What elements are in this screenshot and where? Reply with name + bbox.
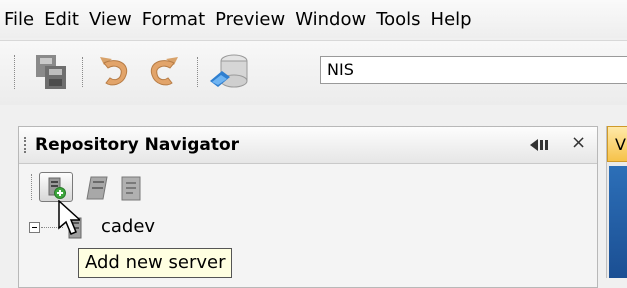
mouse-cursor-icon — [58, 199, 82, 240]
save-all-icon[interactable] — [34, 53, 68, 95]
menu-help[interactable]: Help — [426, 9, 477, 30]
toolbar-separator — [82, 57, 86, 87]
menu-file[interactable]: File — [0, 9, 39, 30]
close-icon[interactable]: × — [571, 132, 586, 153]
menu-view[interactable]: View — [84, 9, 137, 30]
menu-window[interactable]: Window — [290, 9, 371, 30]
main-toolbar: NIS — [0, 40, 627, 105]
toolbar-separator — [197, 57, 201, 87]
connect-icon[interactable] — [208, 51, 252, 95]
undo-icon[interactable] — [96, 53, 134, 95]
editor-tab[interactable]: V — [607, 126, 627, 162]
editor-content — [609, 166, 627, 278]
panel-grip[interactable] — [24, 137, 26, 153]
menu-preview[interactable]: Preview — [210, 9, 290, 30]
editor-pane: V — [606, 126, 627, 278]
add-server-button[interactable] — [39, 172, 73, 202]
menu-edit[interactable]: Edit — [39, 9, 84, 30]
toolbar-grip[interactable] — [31, 174, 35, 200]
menu-tools[interactable]: Tools — [371, 9, 425, 30]
navigator-toolbar — [19, 164, 597, 204]
toolbar-grip[interactable] — [14, 55, 18, 89]
menu-format[interactable]: Format — [137, 9, 210, 30]
panel-title: Repository Navigator — [35, 135, 240, 155]
tree-label: cadev — [101, 216, 156, 237]
collapse-toggle[interactable] — [29, 222, 40, 233]
minimize-icon[interactable] — [529, 137, 549, 157]
properties-icon[interactable] — [119, 174, 145, 206]
tree-node-cadev[interactable]: cadev — [19, 215, 597, 241]
connection-combo[interactable]: NIS — [320, 56, 627, 84]
panel-header: Repository Navigator × — [19, 127, 597, 164]
menu-bar: File Edit View Format Preview Window Too… — [0, 0, 627, 38]
tooltip: Add new server — [78, 248, 233, 278]
remove-server-icon[interactable] — [85, 174, 111, 206]
redo-icon[interactable] — [144, 53, 182, 95]
